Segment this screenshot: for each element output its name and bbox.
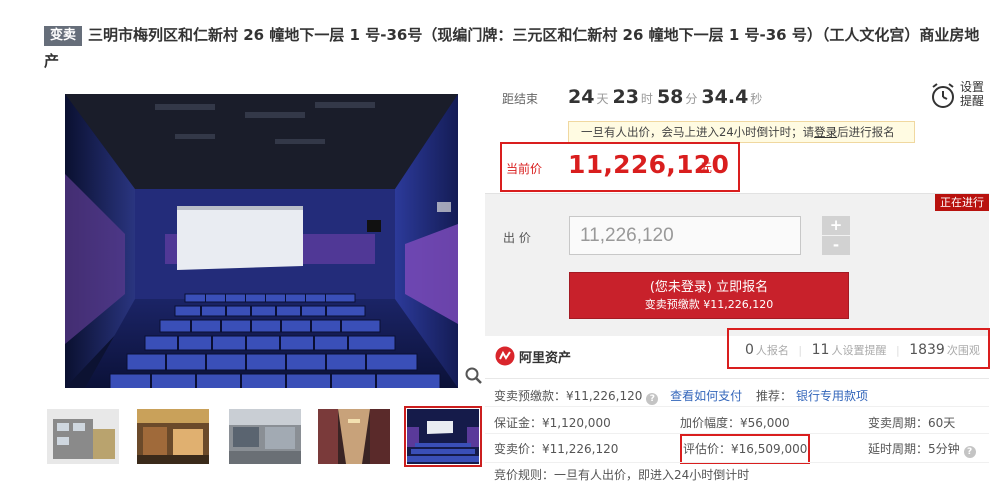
stats-box: 0 人报名 | 11 人设置提醒 | 1839 次围观	[727, 328, 990, 369]
signup-count-label: 人报名	[755, 344, 789, 357]
thumbnail-2[interactable]	[137, 409, 209, 464]
notice-suffix: 后进行报名	[837, 125, 895, 139]
brand-name: 阿里资产	[519, 350, 572, 366]
bid-label: 出 价	[503, 231, 531, 245]
main-photo[interactable]	[65, 94, 458, 388]
timer-days: 24	[568, 86, 595, 108]
row-divider	[485, 406, 989, 407]
thumbnail-5-active[interactable]	[404, 406, 482, 467]
current-price-label: 当前价	[506, 162, 543, 176]
thumbnail-3[interactable]	[229, 409, 301, 464]
current-price-box: 当前价 11,226,120 元	[500, 142, 740, 192]
timer-label: 距结束	[502, 92, 539, 106]
countdown-timer: 距结束 24 天 23 时 58 分 34.4 秒	[502, 86, 766, 116]
appraisal-text: 评估价：¥16,509,000	[683, 442, 808, 456]
timer-hours-unit: 时	[640, 92, 653, 106]
reminder-count: 11	[811, 342, 830, 358]
signup-count: 0	[745, 342, 754, 358]
delay-text: 延时周期：5分钟	[868, 442, 960, 456]
timer-seconds-unit: 秒	[750, 92, 763, 106]
timer-minutes: 58	[656, 86, 684, 108]
page-title: 变卖 三明市梅列区和仁新村 26 幢地下一层 1 号-36号（现编门牌：三元区和仁…	[44, 22, 989, 74]
current-price-unit: 元	[700, 161, 713, 175]
decrease-bid-button[interactable]: -	[822, 236, 850, 255]
notice-prefix: 一旦有人出价，会马上进入24小时倒计时；请	[581, 125, 815, 139]
recommend-label: 推荐：	[756, 389, 793, 403]
increment-text: 加价幅度：¥56,000	[680, 416, 790, 430]
period-text: 变卖周期：60天	[868, 416, 956, 430]
bid-rule-text: 竞价规则：一旦有人出价，即进入24小时倒计时	[494, 468, 750, 482]
reminder-label-line2: 提醒	[960, 94, 985, 108]
how-to-pay-link[interactable]: 查看如何支付	[670, 389, 742, 403]
divider	[485, 378, 989, 379]
timer-days-unit: 天	[596, 92, 609, 106]
bid-amount-input[interactable]: 11,226,120	[569, 216, 801, 255]
bid-panel: 正在进行 出 价 11,226,120 + - (您未登录) 立即报名 变卖预缴…	[485, 193, 989, 336]
guarantee-text: 保证金：¥1,120,000	[494, 416, 611, 430]
sale-type-tag: 变卖	[44, 26, 83, 46]
thumbnail-1[interactable]	[47, 409, 119, 464]
increase-bid-button[interactable]: +	[822, 216, 850, 235]
ali-asset-logo-icon	[495, 346, 515, 366]
register-button-label: (您未登录) 立即报名	[649, 280, 769, 295]
delay-row: 延时周期：5分钟?	[868, 441, 980, 458]
alarm-clock-icon	[932, 83, 954, 108]
reminder-label-line1: 设置	[960, 80, 985, 94]
property-title: 三明市梅列区和仁新村 26 幢地下一层 1 号-36号（现编门牌：三元区和仁新村…	[44, 26, 980, 70]
view-count-label: 次围观	[946, 344, 980, 357]
set-reminder-button[interactable]: 设置 提醒	[930, 80, 990, 110]
status-badge: 正在进行	[935, 194, 989, 211]
timer-hours: 23	[612, 86, 639, 108]
bank-fund-link[interactable]: 银行专用款项	[796, 389, 868, 403]
magnifier-icon[interactable]	[463, 365, 485, 387]
help-icon[interactable]: ?	[646, 393, 659, 405]
brand-logo: 阿里资产	[495, 346, 571, 366]
thumbnail-4[interactable]	[318, 409, 390, 464]
deposit-text: 变卖预缴款：¥11,226,120	[494, 389, 643, 403]
help-icon[interactable]: ?	[963, 446, 976, 458]
register-button-deposit: 变卖预缴款 ¥11,226,120	[644, 298, 774, 311]
deposit-row: 变卖预缴款：¥11,226,120? 查看如何支付 推荐： 银行专用款项	[494, 388, 868, 405]
login-link[interactable]: 登录	[814, 125, 837, 139]
reminder-count-label: 人设置提醒	[831, 344, 887, 357]
timer-seconds: 34.4	[701, 86, 749, 108]
sale-price-text: 变卖价：¥11,226,120	[494, 442, 619, 456]
timer-minutes-unit: 分	[685, 92, 698, 106]
register-now-button[interactable]: (您未登录) 立即报名 变卖预缴款 ¥11,226,120	[569, 272, 849, 319]
countdown-notice: 一旦有人出价，会马上进入24小时倒计时；请登录后进行报名	[568, 121, 915, 143]
row-divider	[485, 462, 989, 463]
view-count: 1839	[909, 342, 945, 358]
